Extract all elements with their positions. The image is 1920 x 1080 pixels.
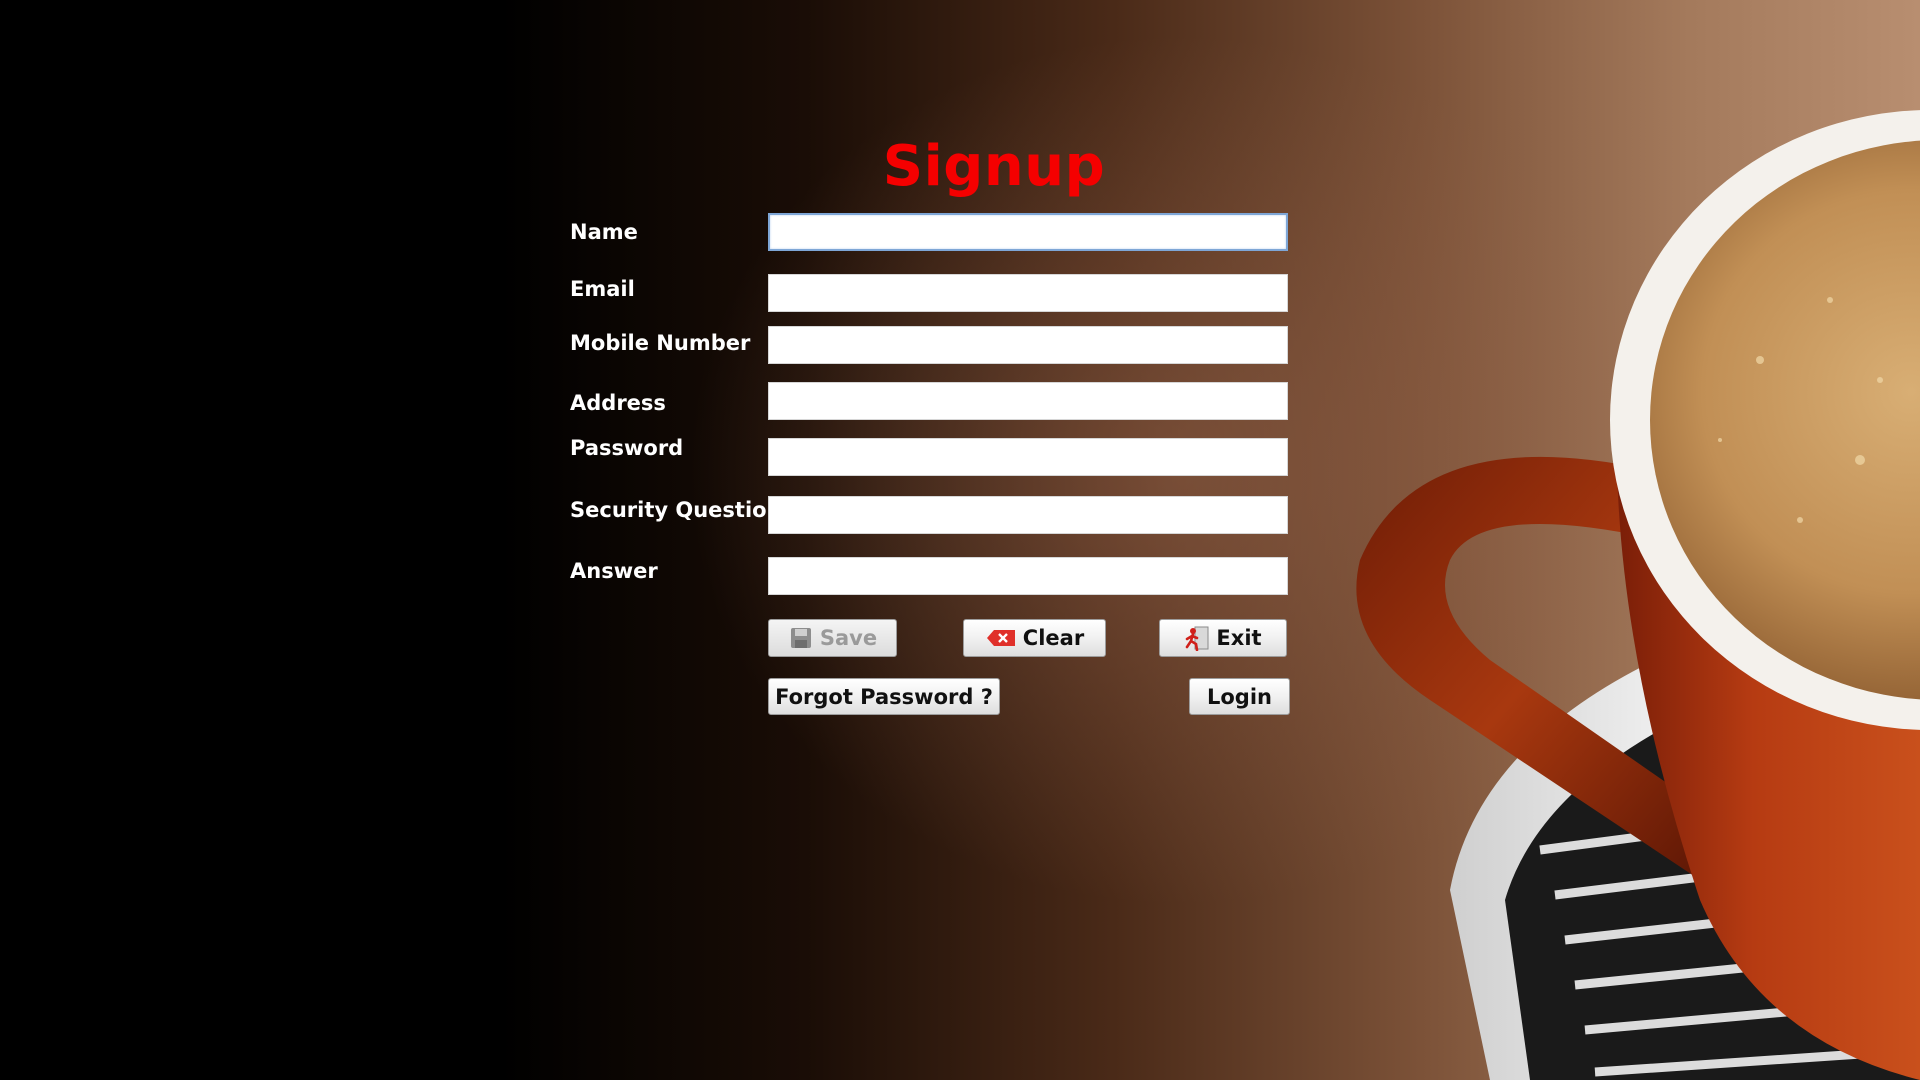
clear-eraser-icon bbox=[985, 625, 1017, 651]
clear-button-label: Clear bbox=[1022, 626, 1085, 650]
save-button-label: Save bbox=[819, 626, 878, 650]
security-question-label: Security Question bbox=[570, 498, 782, 522]
address-input[interactable] bbox=[768, 382, 1288, 420]
floppy-disk-icon bbox=[788, 625, 814, 651]
security-question-input[interactable] bbox=[768, 496, 1288, 534]
password-label: Password bbox=[570, 436, 684, 460]
password-input[interactable] bbox=[768, 438, 1288, 476]
login-button[interactable]: Login bbox=[1189, 678, 1290, 715]
exit-button-label: Exit bbox=[1216, 626, 1262, 650]
login-button-label: Login bbox=[1207, 684, 1272, 709]
save-button[interactable]: Save bbox=[768, 619, 897, 657]
name-label: Name bbox=[570, 220, 638, 244]
page-title: Signup bbox=[882, 134, 1106, 199]
forgot-password-button[interactable]: Forgot Password ? bbox=[768, 678, 1000, 715]
answer-label: Answer bbox=[570, 559, 658, 583]
mobile-number-label: Mobile Number bbox=[570, 331, 751, 355]
name-input[interactable] bbox=[768, 213, 1288, 251]
exit-door-icon bbox=[1184, 625, 1210, 651]
forgot-password-button-label: Forgot Password ? bbox=[775, 684, 993, 709]
mobile-number-input[interactable] bbox=[768, 326, 1288, 364]
exit-button[interactable]: Exit bbox=[1159, 619, 1287, 657]
answer-input[interactable] bbox=[768, 557, 1288, 595]
clear-button[interactable]: Clear bbox=[963, 619, 1106, 657]
email-label: Email bbox=[570, 277, 635, 301]
address-label: Address bbox=[570, 391, 666, 415]
email-input[interactable] bbox=[768, 274, 1288, 312]
